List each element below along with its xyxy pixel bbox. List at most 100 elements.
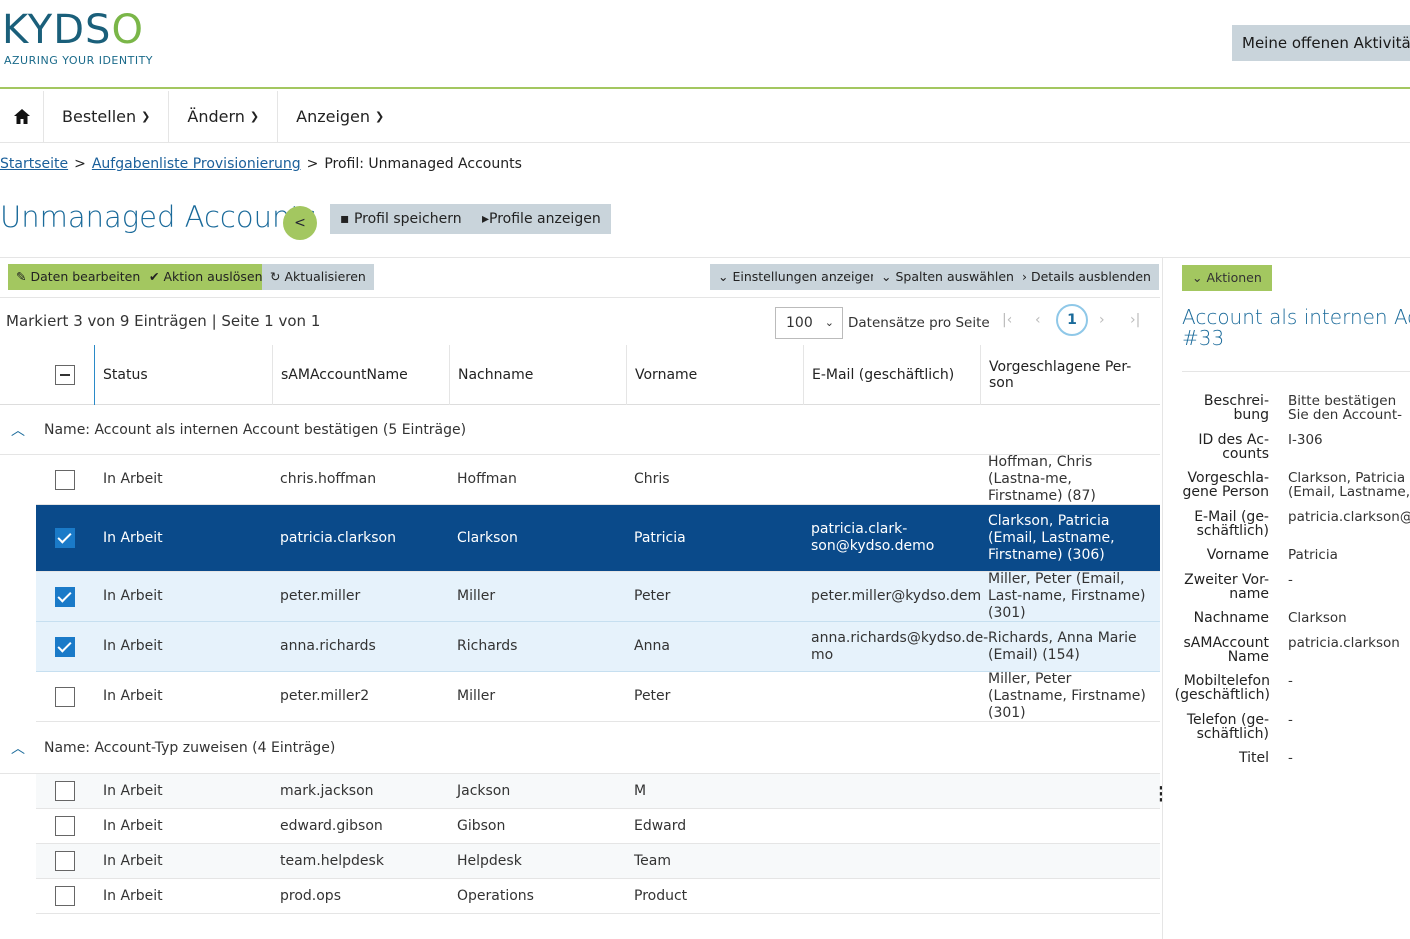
- table-row-selected[interactable]: In Arbeit patricia.clarkson Clarkson Pat…: [36, 505, 1160, 572]
- table-row[interactable]: In Arbeit mark.jackson Jackson M: [36, 774, 1160, 809]
- cell-last: Helpdesk: [457, 852, 522, 869]
- first-page-icon[interactable]: |‹: [1002, 312, 1012, 328]
- column-vorname[interactable]: Vorname: [626, 345, 803, 405]
- table-row[interactable]: In Arbeit edward.gibson Gibson Edward: [36, 809, 1160, 844]
- nav-anzeigen[interactable]: Anzeigen ❯: [278, 91, 402, 143]
- share-button[interactable]: <: [283, 206, 317, 240]
- detail-value: -: [1288, 573, 1293, 587]
- save-icon: ▪: [340, 211, 354, 227]
- home-button[interactable]: [0, 90, 44, 143]
- select-columns-button[interactable]: ⌄ Spalten auswählen: [873, 264, 1022, 290]
- table-row[interactable]: In Arbeit prod.ops Operations Product: [36, 879, 1160, 914]
- cell-last: Richards: [457, 638, 518, 654]
- cell-status: In Arbeit: [103, 688, 163, 704]
- column-status[interactable]: Status: [95, 345, 272, 405]
- detail-value: Clarkson: [1288, 611, 1347, 625]
- home-icon: [13, 109, 30, 124]
- kydso-logo[interactable]: KYDSO AZURING YOUR IDENTITY: [2, 8, 153, 67]
- cell-email: [803, 672, 980, 721]
- chevron-right-icon: ›: [1022, 269, 1031, 284]
- row-checkbox[interactable]: [55, 586, 75, 607]
- chevron-right-icon: ▸: [482, 211, 490, 227]
- cell-first: Patricia: [634, 529, 686, 546]
- group-header[interactable]: ︿ Name: Account-Typ zuweisen (4 Einträge): [0, 722, 1160, 774]
- details-title: Account als internen Account bestätigen#…: [1182, 307, 1410, 349]
- cell-first: Chris: [634, 471, 670, 487]
- detail-value: patricia.clarkson: [1288, 636, 1400, 650]
- actions-button[interactable]: ⌄ Aktionen: [1182, 265, 1272, 291]
- edit-data-button[interactable]: ✎ Daten bearbeiten: [8, 264, 149, 290]
- detail-value: Bitte bestätigen Sie den Account-Typ, od…: [1288, 394, 1403, 422]
- next-page-icon[interactable]: ›: [1099, 312, 1105, 328]
- per-page-select[interactable]: 100 ⌄: [775, 307, 843, 339]
- cell-first: M: [634, 782, 647, 799]
- row-checkbox[interactable]: [55, 636, 75, 657]
- nav-bestellen[interactable]: Bestellen ❯: [44, 90, 170, 143]
- table-row[interactable]: In Arbeit anna.richards Richards Anna an…: [36, 622, 1160, 672]
- row-checkbox[interactable]: [55, 886, 75, 906]
- chevron-down-icon: ⌄: [824, 316, 834, 329]
- row-checkbox[interactable]: [55, 781, 75, 801]
- cell-status: In Arbeit: [103, 817, 163, 834]
- cell-email: [803, 455, 980, 504]
- cell-status: In Arbeit: [103, 529, 163, 546]
- detail-value: Clarkson, Patricia (Email, Lastname, Fir…: [1288, 471, 1410, 499]
- chevron-up-icon[interactable]: ︿: [0, 420, 36, 440]
- nav-aendern[interactable]: Ändern ❯: [169, 90, 279, 143]
- row-checkbox[interactable]: [55, 816, 75, 836]
- cell-sam: prod.ops: [280, 887, 341, 904]
- table-row[interactable]: In Arbeit chris.hoffman Hoffman Chris Ho…: [36, 454, 1160, 505]
- row-checkbox[interactable]: [55, 851, 75, 871]
- cell-email: patricia.clark-son@kydso.demo: [811, 521, 935, 554]
- show-settings-button[interactable]: ⌄ Einstellungen anzeigen: [710, 264, 887, 290]
- breadcrumb-current: Profil: Unmanaged Accounts: [324, 156, 522, 172]
- cell-sam: mark.jackson: [280, 782, 374, 799]
- column-email[interactable]: E-Mail (geschäftlich): [803, 345, 980, 405]
- last-page-icon[interactable]: ›|: [1130, 312, 1140, 328]
- refresh-button[interactable]: ↻ Aktualisieren: [262, 264, 374, 290]
- cell-status: In Arbeit: [103, 471, 163, 487]
- row-checkbox[interactable]: [55, 528, 75, 548]
- breadcrumb-tasklist-link[interactable]: Aufgabenliste Provisionierung: [92, 156, 301, 172]
- share-icon: <: [294, 215, 306, 231]
- column-suggested-person[interactable]: Vorgeschlagene Per-son: [980, 345, 1160, 405]
- per-page-label: Datensätze pro Seite: [848, 315, 990, 331]
- select-all-checkbox[interactable]: [55, 365, 75, 385]
- cell-suggested: Hoffman, Chris (Lastna-me, Firstname) (8…: [988, 454, 1096, 504]
- prev-page-icon[interactable]: ‹: [1035, 312, 1041, 328]
- column-samaccountname[interactable]: sAMAccountName: [272, 345, 449, 405]
- table-header: Status sAMAccountName Nachname Vorname E…: [0, 345, 1160, 405]
- open-activities-button[interactable]: Meine offenen Aktivitäten: [1232, 25, 1410, 61]
- row-checkbox[interactable]: [55, 469, 75, 490]
- cell-first: Peter: [634, 588, 671, 604]
- breadcrumb: Startseite > Aufgabenliste Provisionierung…: [0, 156, 522, 172]
- breadcrumb-home-link[interactable]: Startseite: [0, 156, 68, 172]
- chevron-down-icon: ⌄: [881, 269, 896, 284]
- save-profile-button[interactable]: ▪ Profil speichern: [330, 204, 472, 234]
- cell-last: Miller: [457, 688, 496, 704]
- cell-sam: team.helpdesk: [280, 852, 384, 869]
- app-header: KYDSO AZURING YOUR IDENTITY Meine offene…: [0, 0, 1410, 89]
- table-row[interactable]: In Arbeit peter.miller2 Miller Peter Mil…: [36, 671, 1160, 722]
- show-profiles-button[interactable]: ▸Profile anzeigen: [472, 204, 611, 234]
- detail-value: -: [1288, 751, 1293, 765]
- cell-sam: peter.miller: [280, 588, 361, 604]
- cell-suggested: Miller, Peter (Lastname, Firstname) (301…: [988, 671, 1146, 721]
- refresh-icon: ↻: [270, 269, 285, 284]
- trigger-action-button[interactable]: ✔ Aktion auslösen: [141, 264, 271, 290]
- cell-last: Operations: [457, 887, 534, 904]
- table-row[interactable]: In Arbeit peter.miller Miller Peter pete…: [36, 571, 1160, 622]
- cell-sam: anna.richards: [280, 638, 376, 654]
- check-icon: ✔: [149, 269, 164, 284]
- row-checkbox[interactable]: [55, 686, 75, 707]
- current-page[interactable]: 1: [1056, 304, 1088, 336]
- cell-sam: chris.hoffman: [280, 471, 377, 487]
- chevron-up-icon[interactable]: ︿: [0, 738, 36, 758]
- group-header[interactable]: ︿ Name: Account als internen Account best…: [0, 405, 1160, 455]
- cell-status: In Arbeit: [103, 887, 163, 904]
- cell-first: Edward: [634, 817, 687, 834]
- column-nachname[interactable]: Nachname: [449, 345, 626, 405]
- hide-details-button[interactable]: › Details ausblenden: [1014, 264, 1159, 290]
- cell-last: Hoffman: [457, 471, 517, 487]
- table-row[interactable]: In Arbeit team.helpdesk Helpdesk Team: [36, 844, 1160, 879]
